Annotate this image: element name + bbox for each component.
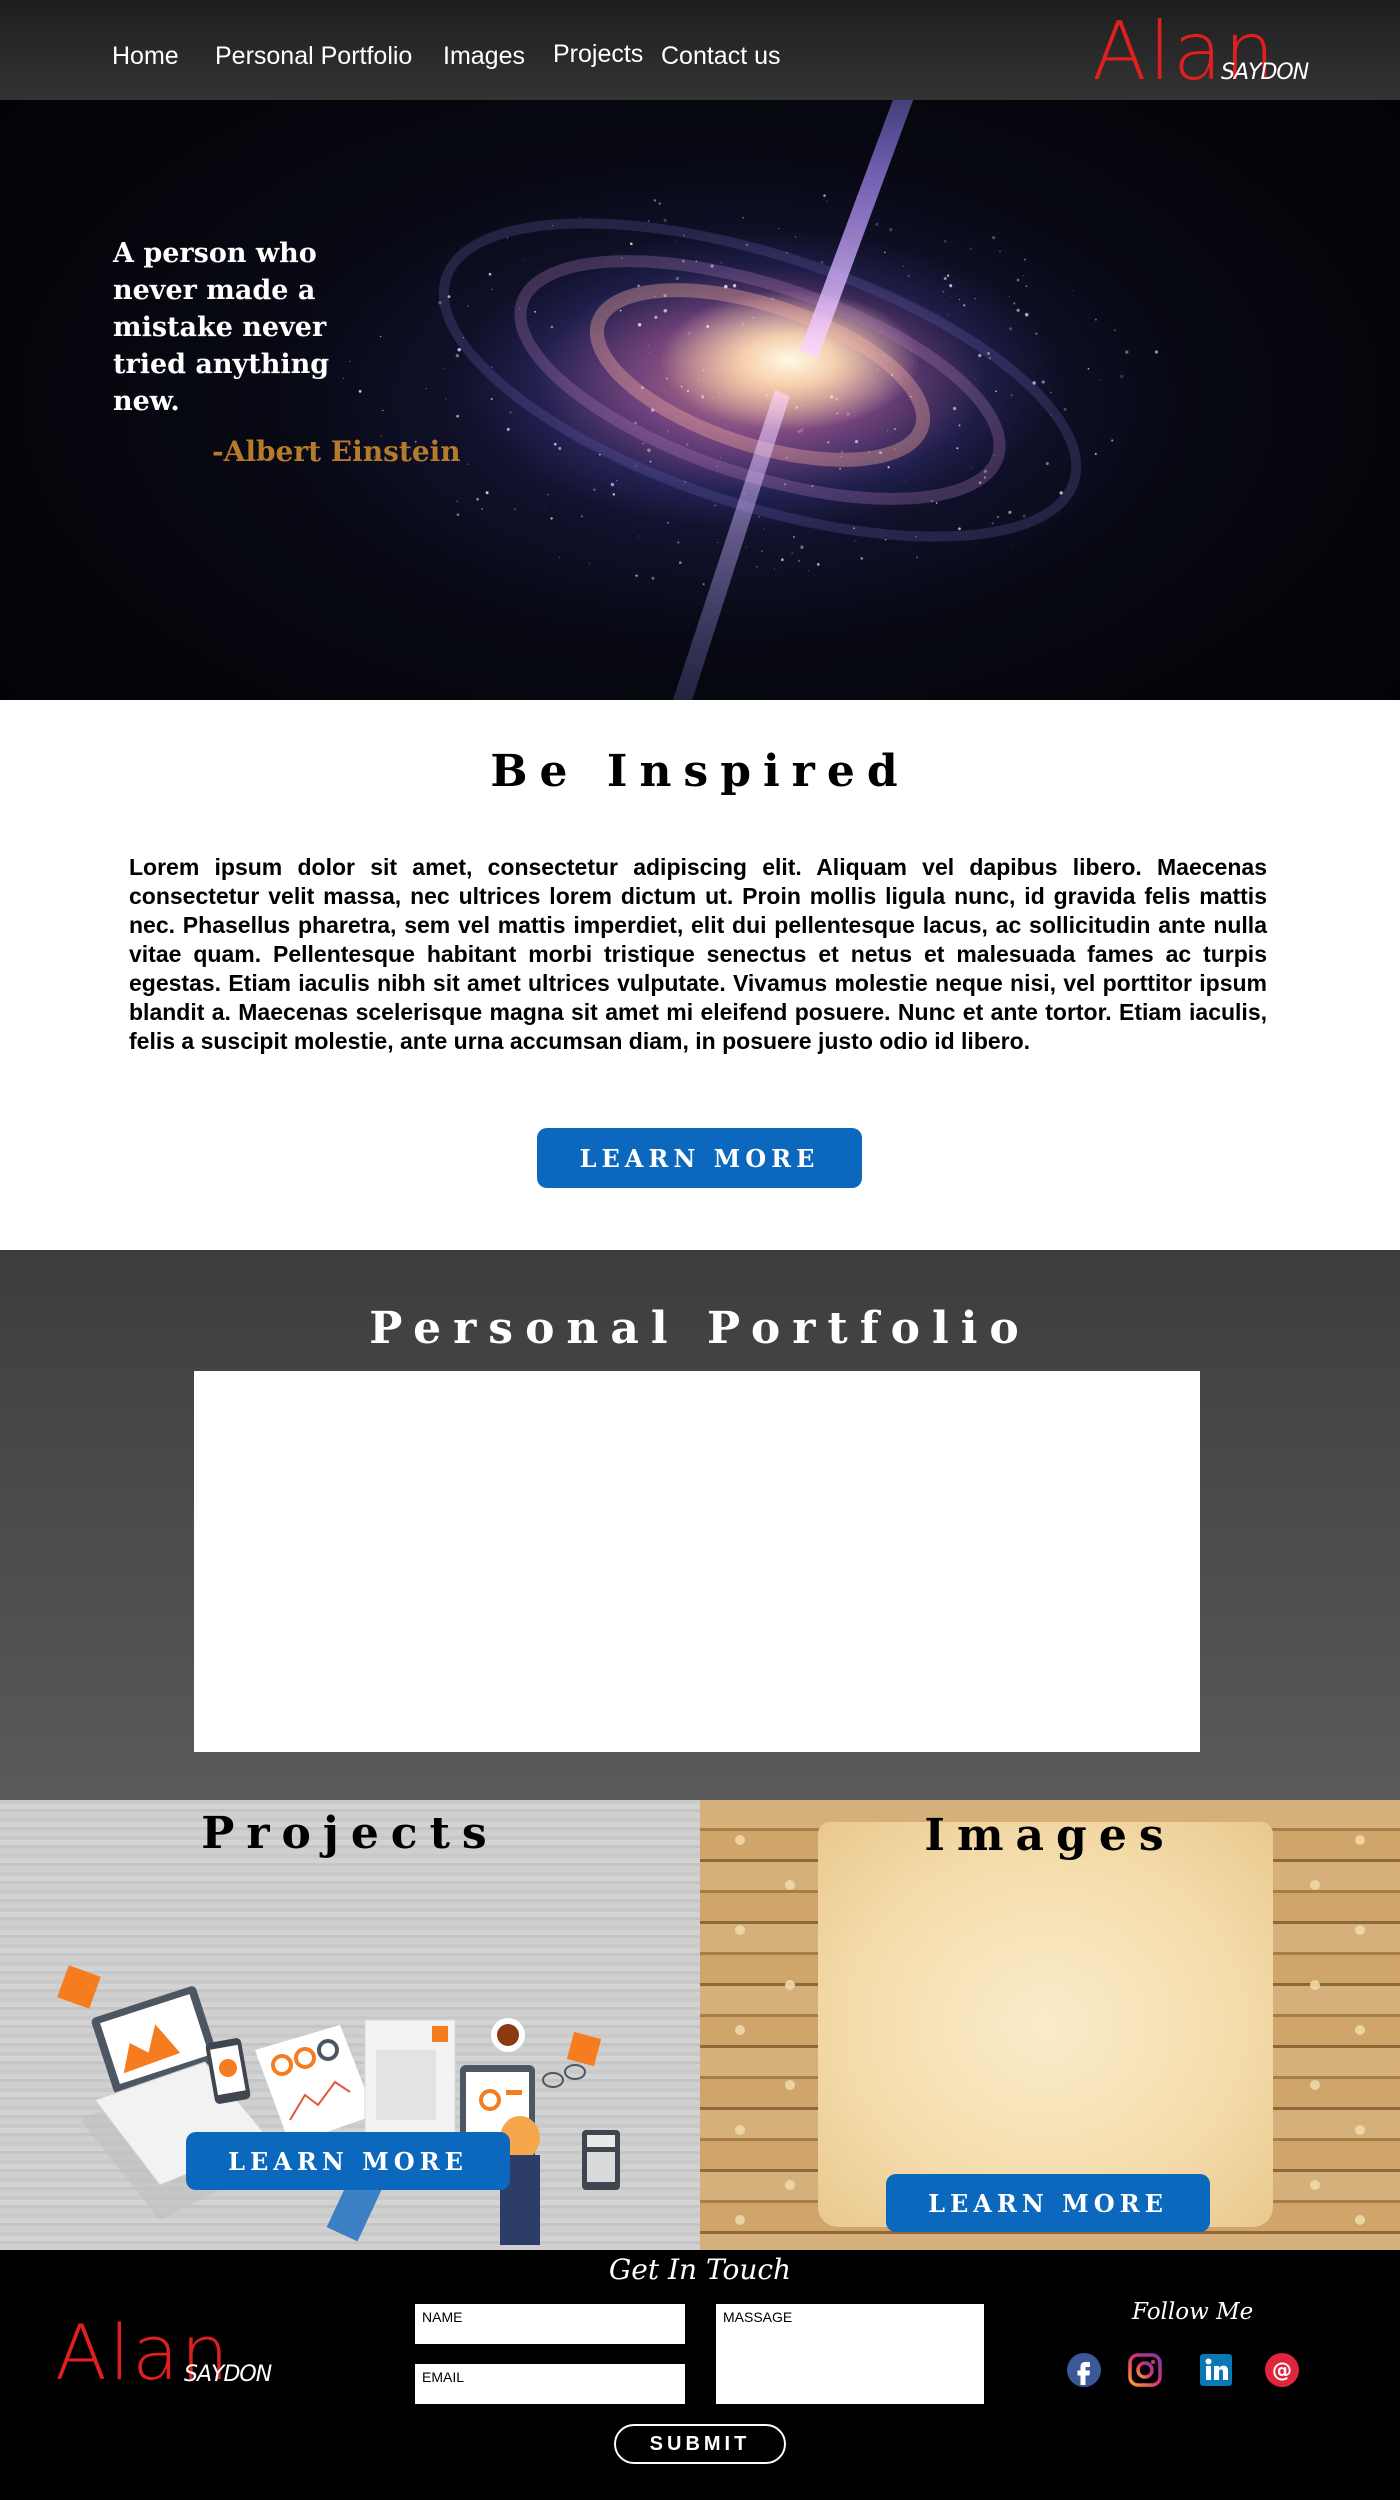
nav-projects[interactable]: Projects — [553, 40, 643, 69]
logo-alan[interactable]: Alan — [1092, 4, 1277, 100]
hero-quote-author: -Albert Einstein — [212, 435, 461, 468]
nav-contact-us[interactable]: Contact us — [661, 42, 781, 71]
portfolio-frame — [194, 1371, 1200, 1752]
email-field[interactable]: EMAIL — [415, 2364, 685, 2404]
linkedin-icon[interactable] — [1198, 2352, 1234, 2388]
email-icon[interactable]: @ — [1264, 2352, 1300, 2388]
hero-banner: A person who never made a mistake never … — [0, 100, 1400, 700]
facebook-icon[interactable] — [1066, 2352, 1102, 2388]
email-field-label: EMAIL — [422, 2369, 465, 2385]
be-inspired-text: Lorem ipsum dolor sit amet, consectetur … — [129, 854, 1267, 1054]
svg-text:@: @ — [1272, 2358, 1292, 2382]
images-title: Images — [924, 1810, 1176, 1861]
projects-section: Projects LEARN MORE — [0, 1800, 700, 2250]
get-in-touch-heading: Get In Touch — [608, 2253, 792, 2286]
nav-images[interactable]: Images — [443, 42, 525, 71]
name-field[interactable]: NAME — [415, 2304, 685, 2344]
follow-me-label: Follow Me — [1132, 2299, 1254, 2325]
be-inspired-title: Be Inspired — [490, 746, 910, 797]
name-field-label: NAME — [422, 2309, 463, 2325]
personal-portfolio-section: Personal Portfolio — [0, 1250, 1400, 1800]
submit-button[interactable]: SUBMIT — [614, 2424, 786, 2464]
be-inspired-learn-more-button[interactable]: LEARN MORE — [537, 1128, 862, 1188]
nav-home[interactable]: Home — [112, 42, 179, 71]
message-field[interactable]: MASSAGE — [716, 2304, 984, 2404]
instagram-icon[interactable] — [1127, 2352, 1163, 2388]
hero-quote: A person who never made a mistake never … — [113, 238, 330, 417]
top-navigation: Home Personal Portfolio Images Projects … — [0, 0, 1400, 100]
images-section: Images LEARN MORE — [700, 1800, 1400, 2250]
message-field-label: MASSAGE — [723, 2309, 793, 2325]
projects-learn-more-button[interactable]: LEARN MORE — [186, 2132, 510, 2190]
footer-logo-saydon: SAYDON — [184, 2362, 272, 2387]
nav-personal-portfolio[interactable]: Personal Portfolio — [215, 42, 412, 71]
logo-saydon: SAYDON — [1221, 60, 1309, 85]
personal-portfolio-title: Personal Portfolio — [369, 1303, 1031, 1354]
be-inspired-section: Be Inspired Lorem ipsum dolor sit amet, … — [0, 700, 1400, 1250]
parchment-scroll — [818, 1822, 1273, 2227]
images-learn-more-button[interactable]: LEARN MORE — [886, 2174, 1210, 2232]
